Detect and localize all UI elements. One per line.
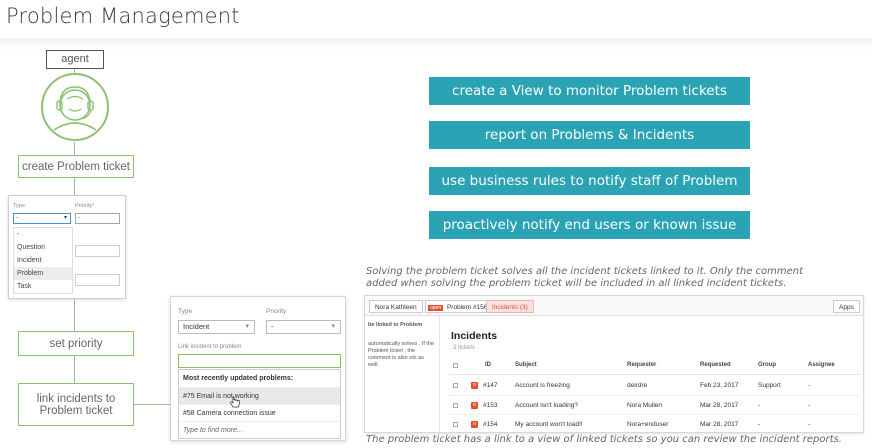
column-header[interactable]: Requester bbox=[627, 362, 656, 368]
incidents-view: Nora Kathleen open Problem #156 Incident… bbox=[364, 295, 864, 433]
type-option[interactable]: Incident bbox=[14, 254, 72, 267]
ticket-group: Support bbox=[758, 382, 781, 389]
priority-select[interactable]: - bbox=[75, 213, 120, 224]
problem-suggestion[interactable]: #58 Camera connection issue bbox=[179, 404, 340, 421]
type-option[interactable]: Task bbox=[14, 280, 72, 293]
priority-label: Priority* bbox=[75, 203, 95, 209]
caption-solving: Solving the problem ticket solves all th… bbox=[366, 266, 804, 289]
ticket-tab-bar: Nora Kathleen open Problem #156 Incident… bbox=[365, 296, 863, 316]
ticket-requested: Feb 23, 2017 bbox=[700, 382, 739, 389]
connector-line bbox=[74, 142, 75, 155]
type-options-list: - Question Incident Problem Task bbox=[13, 227, 73, 294]
priority-select-value: - bbox=[78, 215, 80, 221]
page-title: Problem Management bbox=[6, 4, 240, 28]
column-header[interactable]: Subject bbox=[515, 362, 537, 368]
incidents-heading: Incidents bbox=[451, 330, 498, 342]
action-business-rules: use business rules to notify staff of Pr… bbox=[429, 167, 750, 195]
action-notify-end-users: proactively notify end users or known is… bbox=[429, 211, 750, 239]
ticket-requester: Nora+enduser bbox=[627, 421, 669, 428]
type-dropdown-panel: Type Priority* - ▾ - - Question Incident… bbox=[8, 195, 126, 299]
sidebar-title: be linked to Problem bbox=[368, 322, 423, 328]
ticket-subject[interactable]: Account is freezing bbox=[515, 382, 570, 389]
chevron-down-icon: ▾ bbox=[331, 323, 335, 330]
type-option[interactable]: Problem bbox=[14, 267, 72, 280]
type-option[interactable]: Question bbox=[14, 241, 72, 254]
problem-suggestion[interactable]: #75 Email is not working bbox=[179, 387, 340, 404]
ticket-requester: deirdre bbox=[627, 382, 648, 389]
agent-label: agent bbox=[46, 50, 104, 69]
ticket-id[interactable]: #153 bbox=[483, 402, 497, 409]
tab-user[interactable]: Nora Kathleen bbox=[369, 300, 423, 313]
ticket-id[interactable]: #154 bbox=[483, 421, 497, 428]
type-label: Type bbox=[13, 203, 25, 209]
apps-button[interactable]: Apps bbox=[833, 300, 860, 313]
connector-line bbox=[134, 404, 170, 405]
type-option[interactable]: - bbox=[14, 228, 72, 241]
open-status-badge: o bbox=[471, 382, 478, 389]
action-create-view: create a View to monitor Problem tickets bbox=[429, 77, 750, 105]
open-status-badge: o bbox=[471, 421, 478, 428]
sidebar-text: automatically solves . If the Problem ti… bbox=[368, 341, 435, 368]
set-priority-step: set priority bbox=[18, 331, 134, 356]
ticket-sidebar: be linked to Problem automatically solve… bbox=[365, 316, 440, 432]
link-label: Link incident to problem bbox=[178, 344, 242, 350]
table-divider bbox=[449, 395, 861, 396]
suggestions-header: Most recently updated problems: bbox=[183, 375, 294, 382]
tab-problem-label: Problem #156 bbox=[446, 304, 488, 311]
incident-priority-select[interactable]: - ▾ bbox=[266, 320, 341, 334]
type-label: Type bbox=[178, 308, 193, 315]
status-badge: open bbox=[428, 305, 444, 311]
select-all-checkbox[interactable] bbox=[453, 363, 458, 368]
problem-suggestions: Most recently updated problems: #75 Emai… bbox=[178, 369, 341, 439]
ticket-group: - bbox=[758, 402, 761, 409]
connector-line bbox=[74, 356, 75, 383]
type-select[interactable]: - ▾ bbox=[13, 213, 71, 224]
incidents-count: 3 tickets bbox=[453, 345, 476, 351]
header-divider bbox=[0, 38, 872, 50]
incident-priority-value: - bbox=[271, 322, 274, 331]
connector-line bbox=[74, 178, 75, 195]
action-report: report on Problems & Incidents bbox=[429, 121, 750, 149]
tab-incidents[interactable]: Incidents (3) bbox=[486, 300, 534, 313]
find-more-hint: Type to find more... bbox=[179, 421, 340, 438]
agent-headset-icon bbox=[41, 73, 109, 141]
column-header[interactable]: Assignee bbox=[808, 362, 835, 368]
column-header[interactable]: Group bbox=[758, 362, 776, 368]
chevron-down-icon: ▾ bbox=[245, 323, 249, 330]
incident-type-select[interactable]: Incident ▾ bbox=[178, 320, 255, 334]
form-field[interactable] bbox=[75, 274, 120, 286]
ticket-subject[interactable]: My account won't load!! bbox=[515, 421, 583, 428]
ticket-assignee: - bbox=[808, 421, 811, 428]
link-incidents-step: link incidents to Problem ticket bbox=[18, 383, 134, 426]
row-checkbox[interactable] bbox=[453, 403, 458, 408]
ticket-requested: Mar 28, 2017 bbox=[700, 421, 739, 428]
ticket-id[interactable]: #147 bbox=[483, 382, 497, 389]
chevron-down-icon: ▾ bbox=[63, 215, 67, 221]
form-field[interactable] bbox=[75, 245, 120, 257]
create-problem-step: create Problem ticket bbox=[18, 155, 134, 178]
type-select-value: - bbox=[16, 215, 18, 221]
table-divider bbox=[449, 414, 861, 415]
ticket-assignee: - bbox=[808, 382, 811, 389]
column-header[interactable]: ID bbox=[485, 362, 491, 368]
connector-line bbox=[74, 299, 75, 331]
open-status-badge: o bbox=[471, 402, 478, 409]
row-checkbox[interactable] bbox=[453, 383, 458, 388]
ticket-requester: Nora Mullen bbox=[627, 402, 663, 409]
incident-type-value: Incident bbox=[183, 322, 210, 331]
ticket-subject[interactable]: Account isn't loading? bbox=[515, 402, 578, 409]
caption-linked-view: The problem ticket has a link to a view … bbox=[366, 434, 842, 445]
ticket-assignee: - bbox=[808, 402, 811, 409]
row-checkbox[interactable] bbox=[453, 422, 458, 427]
column-header[interactable]: Requested bbox=[700, 362, 731, 368]
ticket-group: - bbox=[758, 421, 761, 428]
hand-cursor-icon bbox=[230, 396, 240, 408]
link-incident-panel: Type Priority Incident ▾ - ▾ Link incide… bbox=[170, 296, 346, 441]
table-divider bbox=[449, 374, 861, 375]
tab-problem[interactable]: open Problem #156 bbox=[425, 300, 494, 313]
link-problem-input[interactable] bbox=[178, 354, 341, 368]
priority-label: Priority bbox=[266, 308, 287, 315]
ticket-requested: Mar 28, 2017 bbox=[700, 402, 739, 409]
